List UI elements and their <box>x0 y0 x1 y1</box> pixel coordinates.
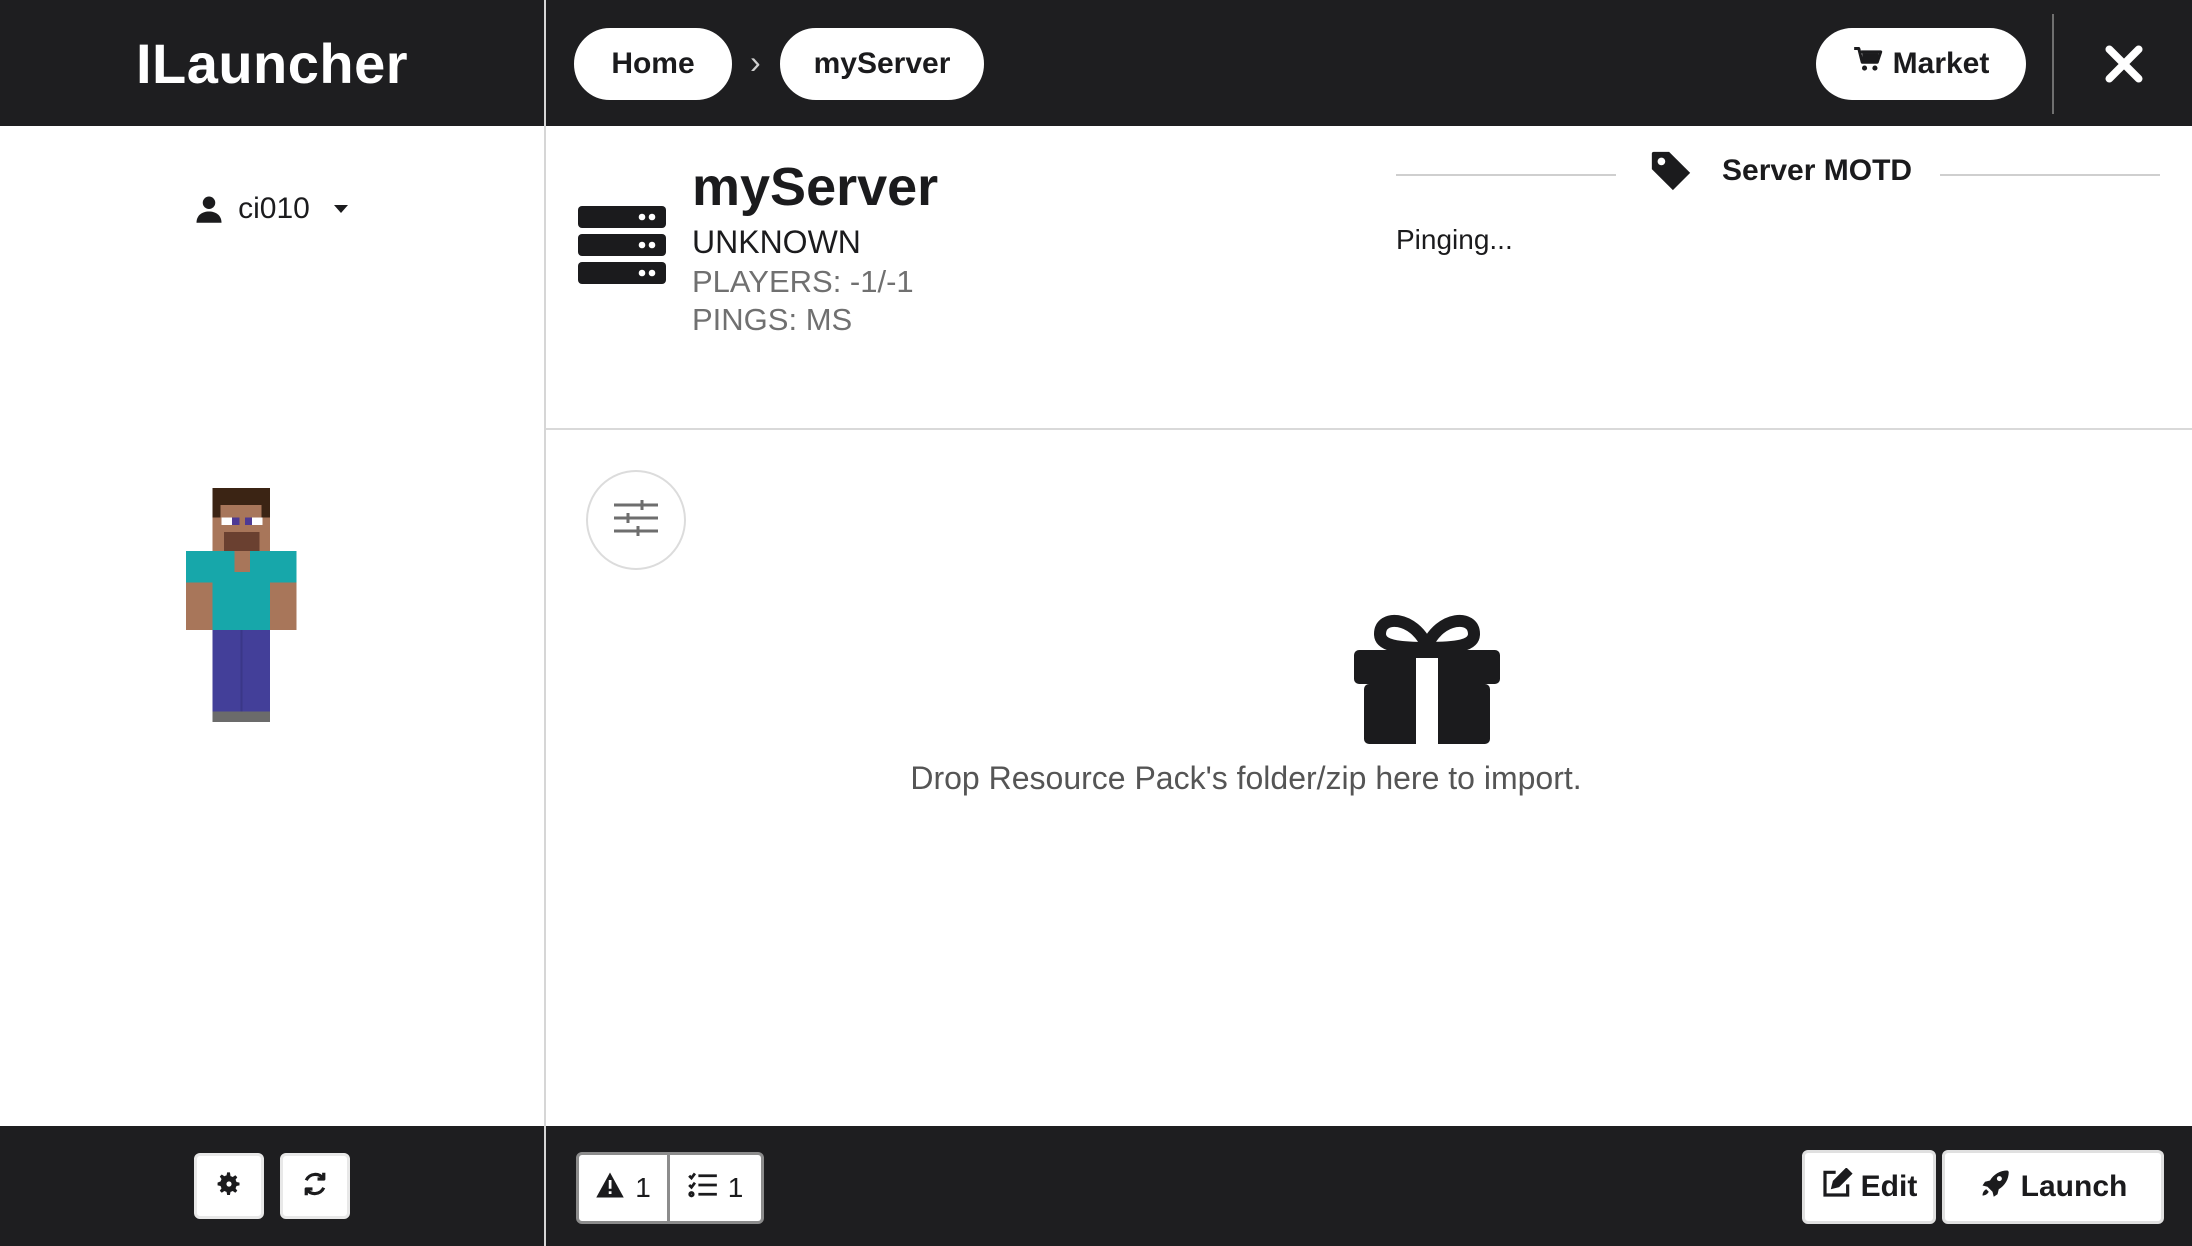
drop-zone-text: Drop Resource Pack's folder/zip here to … <box>910 760 1582 796</box>
user-icon <box>194 194 224 224</box>
filter-button[interactable] <box>586 470 686 570</box>
header-divider <box>2052 14 2054 114</box>
user-name: ci010 <box>238 192 310 225</box>
sliders-icon <box>612 499 660 542</box>
gear-icon <box>215 1170 243 1203</box>
refresh-button[interactable] <box>280 1153 350 1219</box>
user-selector[interactable]: ci010 <box>0 192 544 226</box>
warnings-count: 1 <box>635 1172 651 1203</box>
server-icon <box>578 206 666 289</box>
sidebar-footer <box>0 1126 544 1246</box>
cart-icon <box>1853 46 1883 82</box>
tasks-icon <box>687 1172 718 1205</box>
tasks-count: 1 <box>727 1172 744 1203</box>
close-icon <box>2102 45 2146 90</box>
edit-button[interactable]: Edit <box>1802 1150 1936 1224</box>
warnings-button[interactable]: 1 <box>576 1152 670 1224</box>
tag-icon <box>1648 148 1694 199</box>
close-button[interactable] <box>2102 42 2146 86</box>
server-status: UNKNOWN <box>692 224 861 260</box>
gift-icon <box>1354 612 1500 749</box>
breadcrumb-home[interactable]: Home <box>574 28 732 100</box>
server-info-panel: myServer UNKNOWN PLAYERS: -1/-1 PINGS: M… <box>546 126 2192 430</box>
refresh-icon <box>300 1169 330 1204</box>
top-bar: Home › myServer Market <box>546 0 2192 126</box>
motd-divider-right <box>1940 174 2160 176</box>
breadcrumb-separator-icon: › <box>750 44 761 80</box>
launch-label: Launch <box>2020 1170 2128 1203</box>
main-panel: Home › myServer Market myServer UNKNOWN … <box>546 0 2192 1246</box>
edit-label: Edit <box>1860 1170 1918 1203</box>
rocket-icon <box>1979 1168 2011 1206</box>
bottom-bar: 1 1 Edit Launch <box>546 1126 2192 1246</box>
caret-down-icon <box>332 203 350 215</box>
motd-title: Server MOTD <box>1722 154 1913 187</box>
warning-icon <box>595 1171 625 1206</box>
motd-text: Pinging... <box>1396 224 1513 255</box>
breadcrumb-current[interactable]: myServer <box>780 28 984 100</box>
motd-divider-left <box>1396 174 1616 176</box>
brand-bar: ILauncher <box>0 0 544 126</box>
app-title: ILauncher <box>135 31 409 95</box>
status-button-group: 1 1 <box>576 1152 764 1224</box>
server-pings: PINGS: MS <box>692 302 853 337</box>
sidebar: ILauncher ci010 <box>0 0 546 1246</box>
server-players: PLAYERS: -1/-1 <box>692 264 914 299</box>
edit-icon <box>1821 1167 1853 1206</box>
market-button[interactable]: Market <box>1816 28 2026 100</box>
settings-button[interactable] <box>194 1153 264 1219</box>
resource-pack-drop-zone[interactable]: Drop Resource Pack's folder/zip here to … <box>546 430 2192 1126</box>
market-label: Market <box>1892 47 1990 80</box>
player-skin <box>186 488 297 723</box>
server-name: myServer <box>692 157 939 217</box>
tasks-button[interactable]: 1 <box>670 1152 764 1224</box>
launch-button[interactable]: Launch <box>1942 1150 2164 1224</box>
